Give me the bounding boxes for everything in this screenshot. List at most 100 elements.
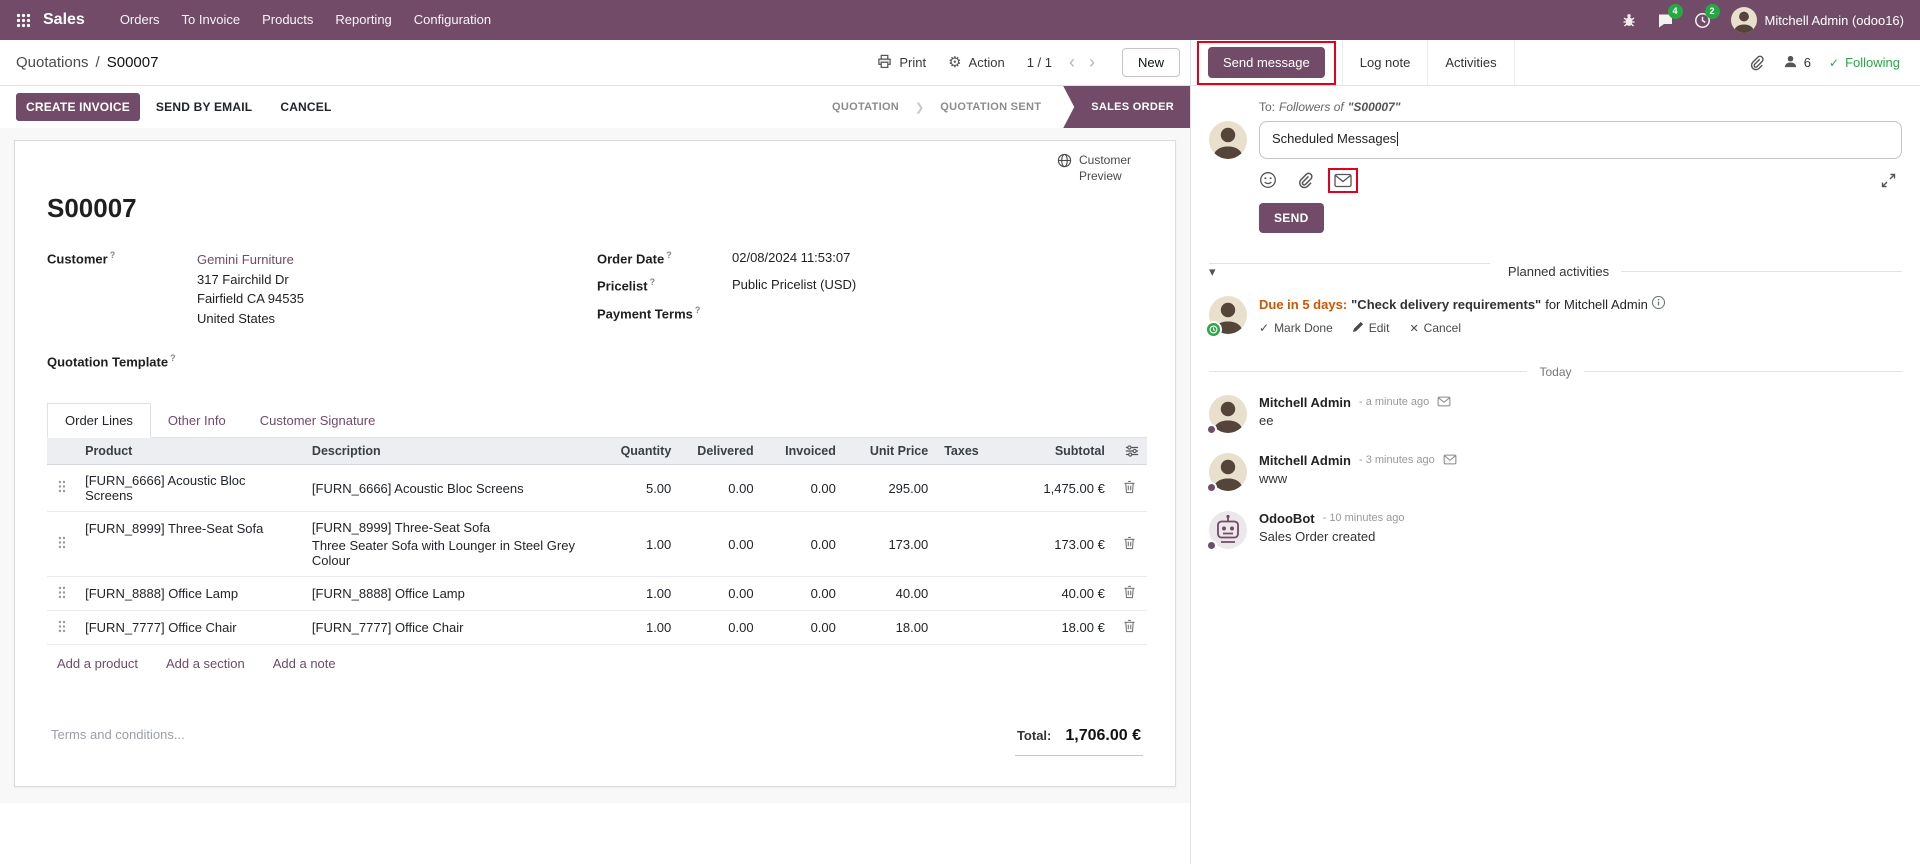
add-a-section-link[interactable]: Add a section: [166, 656, 245, 671]
cell-taxes[interactable]: [936, 577, 994, 611]
cell-taxes[interactable]: [936, 611, 994, 645]
cell-product[interactable]: [FURN_7777] Office Chair: [77, 611, 304, 645]
add-a-product-link[interactable]: Add a product: [57, 656, 138, 671]
cell-delivered[interactable]: 0.00: [679, 465, 761, 512]
edit-activity-button[interactable]: Edit: [1353, 321, 1390, 335]
optional-columns-icon[interactable]: [1125, 444, 1139, 458]
send-message-button[interactable]: Send message: [1208, 47, 1325, 78]
cell-unit-price[interactable]: 18.00: [844, 611, 936, 645]
menu-orders[interactable]: Orders: [109, 0, 171, 40]
log-note-button[interactable]: Log note: [1343, 40, 1429, 85]
cell-invoiced[interactable]: 0.00: [762, 512, 844, 577]
field-grid: Customer? Gemini Furniture 317 Fairchild…: [47, 250, 1147, 369]
cell-invoiced[interactable]: 0.00: [762, 465, 844, 512]
user-menu[interactable]: Mitchell Admin (odoo16): [1731, 7, 1904, 33]
cancel-activity-button[interactable]: Cancel: [1409, 321, 1461, 335]
app-name[interactable]: Sales: [43, 11, 85, 29]
drag-handle-icon[interactable]: [47, 465, 77, 512]
cell-description[interactable]: [FURN_8999] Three-Seat Sofa Three Seater…: [304, 512, 597, 577]
action-button[interactable]: Action: [948, 55, 1005, 70]
cancel-button[interactable]: CANCEL: [268, 93, 343, 121]
order-date-field[interactable]: 02/08/2024 11:53:07: [732, 250, 1107, 265]
breadcrumb-quotations[interactable]: Quotations: [16, 54, 89, 71]
activities-button[interactable]: Activities: [1428, 40, 1514, 85]
expand-composer-icon[interactable]: [1881, 173, 1896, 188]
stage-quotation-sent[interactable]: QUOTATION SENT: [924, 86, 1057, 128]
cell-unit-price[interactable]: 173.00: [844, 512, 936, 577]
message-input[interactable]: Scheduled Messages: [1259, 121, 1902, 159]
message-item: Mitchell Admin - 3 minutes ago www: [1209, 443, 1902, 501]
info-icon[interactable]: [1652, 296, 1665, 315]
tab-other-info[interactable]: Other Info: [151, 403, 243, 437]
menu-reporting[interactable]: Reporting: [324, 0, 402, 40]
terms-and-conditions-placeholder[interactable]: Terms and conditions...: [51, 727, 185, 742]
tab-customer-signature[interactable]: Customer Signature: [243, 403, 393, 437]
send-by-email-envelope-icon[interactable]: [1334, 173, 1352, 188]
attachment-paperclip-icon[interactable]: [1749, 55, 1765, 71]
drag-handle-icon[interactable]: [47, 512, 77, 577]
emoji-icon[interactable]: [1259, 171, 1277, 189]
activity-summary: "Check delivery requirements": [1351, 296, 1541, 315]
pager-previous-icon[interactable]: ‹: [1064, 52, 1080, 73]
activities-clock-icon[interactable]: 2: [1694, 12, 1711, 29]
top-menu: Orders To Invoice Products Reporting Con…: [109, 0, 502, 40]
control-panel: Quotations/S00007 Print Action 1 / 1 ‹ ›…: [0, 40, 1920, 86]
col-quantity: Quantity: [597, 438, 679, 465]
cell-invoiced[interactable]: 0.00: [762, 611, 844, 645]
messages-icon[interactable]: 4: [1657, 12, 1674, 29]
menu-configuration[interactable]: Configuration: [403, 0, 502, 40]
cell-quantity[interactable]: 1.00: [597, 512, 679, 577]
total-value: 1,706.00 €: [1065, 727, 1141, 745]
cell-unit-price[interactable]: 295.00: [844, 465, 936, 512]
cell-description[interactable]: [FURN_7777] Office Chair: [304, 611, 597, 645]
cell-description[interactable]: [FURN_8888] Office Lamp: [304, 577, 597, 611]
stage-quotation[interactable]: QUOTATION: [816, 86, 915, 128]
debug-icon[interactable]: [1621, 12, 1637, 28]
send-by-email-button[interactable]: SEND BY EMAIL: [144, 93, 264, 121]
delete-row-icon[interactable]: [1113, 611, 1147, 645]
gear-icon: [948, 55, 961, 70]
planned-activities-header[interactable]: Planned activities: [1209, 263, 1902, 280]
delete-row-icon[interactable]: [1113, 465, 1147, 512]
check-icon: [1259, 321, 1269, 335]
drag-handle-icon[interactable]: [47, 577, 77, 611]
cell-delivered[interactable]: 0.00: [679, 512, 761, 577]
pricelist-field[interactable]: Public Pricelist (USD): [732, 277, 1107, 292]
tab-order-lines[interactable]: Order Lines: [47, 403, 151, 438]
cell-delivered[interactable]: 0.00: [679, 577, 761, 611]
cell-quantity[interactable]: 5.00: [597, 465, 679, 512]
customer-preview-button[interactable]: Customer Preview: [1057, 153, 1157, 184]
cell-product[interactable]: [FURN_8888] Office Lamp: [77, 577, 304, 611]
apps-grid-icon[interactable]: [16, 13, 31, 28]
cell-product[interactable]: [FURN_6666] Acoustic Bloc Screens: [77, 465, 304, 512]
followers-button[interactable]: 6: [1783, 54, 1811, 72]
col-subtotal: Subtotal: [994, 438, 1112, 465]
cell-invoiced[interactable]: 0.00: [762, 577, 844, 611]
cell-taxes[interactable]: [936, 465, 994, 512]
customer-link[interactable]: Gemini Furniture: [197, 250, 557, 270]
cell-delivered[interactable]: 0.00: [679, 611, 761, 645]
mark-done-button[interactable]: Mark Done: [1259, 321, 1333, 335]
create-invoice-button[interactable]: CREATE INVOICE: [16, 93, 140, 121]
delete-row-icon[interactable]: [1113, 512, 1147, 577]
chatter-panel: To: Followers of "S00007" Scheduled Mess…: [1190, 86, 1920, 864]
drag-handle-icon[interactable]: [47, 611, 77, 645]
following-button[interactable]: Following: [1829, 55, 1900, 70]
menu-products[interactable]: Products: [251, 0, 324, 40]
delete-row-icon[interactable]: [1113, 577, 1147, 611]
new-button[interactable]: New: [1122, 48, 1180, 77]
cell-description[interactable]: [FURN_6666] Acoustic Bloc Screens: [304, 465, 597, 512]
cell-product[interactable]: [FURN_8999] Three-Seat Sofa: [77, 512, 304, 577]
add-a-note-link[interactable]: Add a note: [273, 656, 336, 671]
menu-to-invoice[interactable]: To Invoice: [171, 0, 252, 40]
cell-unit-price[interactable]: 40.00: [844, 577, 936, 611]
cell-quantity[interactable]: 1.00: [597, 577, 679, 611]
send-button[interactable]: SEND: [1259, 203, 1324, 233]
cell-taxes[interactable]: [936, 512, 994, 577]
pager-next-icon[interactable]: ›: [1084, 52, 1100, 73]
attach-file-icon[interactable]: [1297, 172, 1314, 189]
cell-quantity[interactable]: 1.00: [597, 611, 679, 645]
breadcrumb: Quotations/S00007: [16, 54, 158, 71]
print-button[interactable]: Print: [877, 54, 926, 72]
stage-sales-order[interactable]: SALES ORDER: [1063, 86, 1190, 128]
